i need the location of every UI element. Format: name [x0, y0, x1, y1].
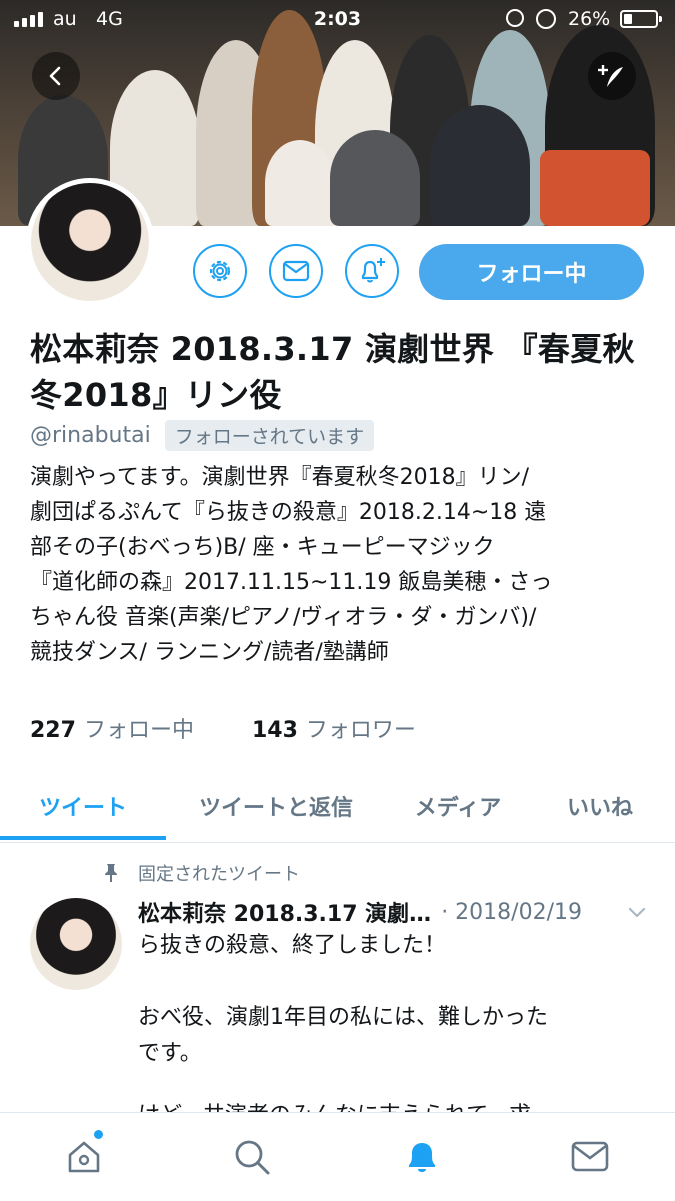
profile-handle: @rinabutai: [30, 423, 151, 448]
rotation-lock-icon: [506, 9, 524, 27]
bottom-tab-bar: [0, 1112, 675, 1201]
followers-label: フォロワー: [305, 718, 416, 743]
following-stat[interactable]: 227 フォロー中: [30, 712, 194, 744]
alarm-icon: [536, 9, 556, 29]
active-tab-indicator: [0, 836, 166, 840]
bio-line: 劇団ぱるぷんて『ら抜きの殺意』2018.2.14~18 遠: [30, 500, 547, 525]
followers-stat[interactable]: 143 フォロワー: [252, 712, 416, 744]
follows-you-badge: フォローされています: [164, 420, 375, 451]
envelope-icon: [282, 260, 310, 282]
profile-tabs: ツイート ツイートと返信 メディア いいね: [0, 770, 675, 843]
tab-tweets-and-replies[interactable]: ツイートと返信: [166, 770, 386, 842]
settings-button[interactable]: [193, 244, 247, 298]
back-arrow-icon: [49, 66, 61, 86]
tweet-text: ら抜きの殺意、終了しました！ おべ役、演劇1年目の私には、難しかった です。: [138, 928, 648, 1072]
gear-icon: [209, 260, 231, 282]
tweet-line: ら抜きの殺意、終了しました！: [138, 933, 447, 958]
following-count: 227: [30, 718, 76, 743]
home-unread-dot: [94, 1130, 103, 1139]
chevron-down-icon[interactable]: [626, 901, 648, 923]
tab-likes[interactable]: いいね: [530, 770, 670, 842]
bio-line: ちゃん役 音楽(声楽/ピアノ/ヴィオラ・ダ・ガンバ)/: [30, 605, 537, 630]
following-label: フォロー中: [83, 718, 194, 743]
battery-percent: 26%: [568, 8, 611, 30]
tabbar-search[interactable]: [230, 1135, 274, 1179]
search-icon: [235, 1140, 270, 1175]
profile-avatar[interactable]: [26, 178, 154, 306]
tab-tweets[interactable]: ツイート: [0, 770, 166, 842]
profile-stats: 227 フォロー中 143 フォロワー: [30, 712, 416, 744]
tab-media[interactable]: メディア: [386, 770, 530, 842]
bio-line: 競技ダンス/ ランニング/読者/塾講師: [30, 640, 389, 665]
pinned-label-row: 固定されたツイート: [102, 860, 300, 886]
profile-bio: 演劇やってます。演劇世界『春夏秋冬2018』リン/ 劇団ぱるぷんて『ら抜きの殺意…: [30, 460, 655, 670]
tabbar-home[interactable]: [62, 1135, 106, 1179]
message-button[interactable]: [269, 244, 323, 298]
bell-plus-icon: [361, 258, 385, 283]
profile-display-name: 松本莉奈 2018.3.17 演劇世界 『春夏秋冬2018』リン役: [30, 330, 635, 414]
compose-icon: [598, 65, 623, 87]
tweet-header: 松本莉奈 2018.3.17 演劇… · 2018/02/19: [138, 896, 658, 928]
notify-button[interactable]: [345, 244, 399, 298]
tweet-date[interactable]: · 2018/02/19: [441, 900, 582, 925]
following-button[interactable]: フォロー中: [419, 244, 644, 300]
pin-icon: [105, 864, 117, 882]
pinned-label: 固定されたツイート: [138, 864, 300, 885]
home-icon: [68, 1141, 100, 1173]
battery-icon: [620, 10, 662, 28]
back-button[interactable]: [32, 52, 80, 100]
envelope-icon: [571, 1141, 609, 1172]
tweet-line: です。: [138, 1041, 202, 1066]
followers-count: 143: [251, 718, 298, 743]
bio-line: 『道化師の森』2017.11.15~11.19 飯島美穂・さっ: [30, 570, 553, 595]
bell-icon: [409, 1143, 435, 1172]
bio-line: 演劇やってます。演劇世界『春夏秋冬2018』リン/: [30, 465, 530, 490]
tweet-avatar[interactable]: [30, 898, 122, 990]
tweet-line: おべ役、演劇1年目の私には、難しかった: [138, 1005, 548, 1030]
tabbar-notifications[interactable]: [400, 1135, 444, 1179]
bio-line: 部その子(おべっち)B/ 座・キューピーマジック: [30, 535, 495, 560]
tabbar-messages[interactable]: [568, 1135, 612, 1179]
compose-button[interactable]: [588, 52, 636, 100]
status-bar: au 4G 2:03 26%: [0, 0, 675, 40]
battery-fill: [624, 14, 632, 24]
handle-row: @rinabutai フォローされています: [30, 420, 375, 451]
tweet-author[interactable]: 松本莉奈 2018.3.17 演劇…: [138, 896, 431, 928]
